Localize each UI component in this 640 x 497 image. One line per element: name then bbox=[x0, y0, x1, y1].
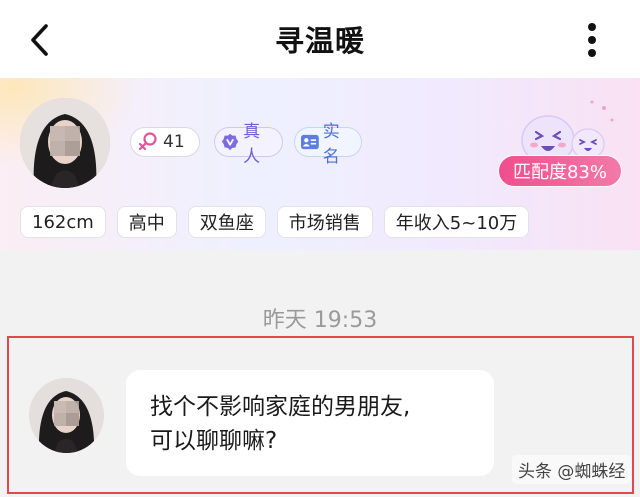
message-timestamp: 昨天 19:53 bbox=[262, 308, 378, 333]
verified-badge: 真人 bbox=[214, 122, 283, 167]
avatar[interactable] bbox=[20, 98, 110, 188]
message-bubble[interactable]: 找个不影响家庭的男朋友, 可以聊聊嘛? bbox=[126, 370, 494, 476]
source-watermark: 头条 @蜘蛛经 bbox=[512, 455, 632, 484]
tag-occupation: 市场销售 bbox=[276, 206, 373, 238]
message-text-line-2: 可以聊聊嘛? bbox=[150, 428, 278, 454]
message-text-line-1: 找个不影响家庭的男朋友, bbox=[150, 394, 411, 420]
sender-avatar[interactable] bbox=[29, 378, 104, 453]
avatar-photo bbox=[20, 98, 110, 188]
profile-tags: 162cm 高中 双鱼座 市场销售 年收入5~10万 bbox=[20, 206, 530, 240]
more-options-button[interactable] bbox=[574, 18, 610, 62]
realname-badge: 实名 bbox=[294, 122, 362, 167]
female-symbol-icon bbox=[138, 132, 157, 151]
realname-label: 实名 bbox=[322, 122, 340, 167]
tag-height: 162cm bbox=[20, 206, 106, 238]
profile-card: 41 真人 实名 匹配度83% 162cm 高中 双鱼座 市场销售 年收入5~1… bbox=[0, 78, 640, 250]
verified-v-icon bbox=[221, 133, 239, 151]
verified-label: 真人 bbox=[243, 122, 261, 167]
tag-education: 高中 bbox=[116, 206, 177, 238]
vertical-dots-icon bbox=[588, 23, 596, 57]
match-percentage-badge: 匹配度83% bbox=[498, 155, 622, 187]
tag-zodiac: 双鱼座 bbox=[187, 206, 266, 238]
top-navigation-bar: 寻温暖 bbox=[0, 0, 640, 78]
page-title: 寻温暖 bbox=[274, 24, 365, 58]
sender-avatar-photo bbox=[29, 378, 104, 453]
tag-income: 年收入5~10万 bbox=[383, 206, 530, 238]
id-card-icon bbox=[301, 134, 319, 150]
likes-count: 41 bbox=[163, 132, 185, 152]
likes-badge: 41 bbox=[130, 127, 200, 157]
